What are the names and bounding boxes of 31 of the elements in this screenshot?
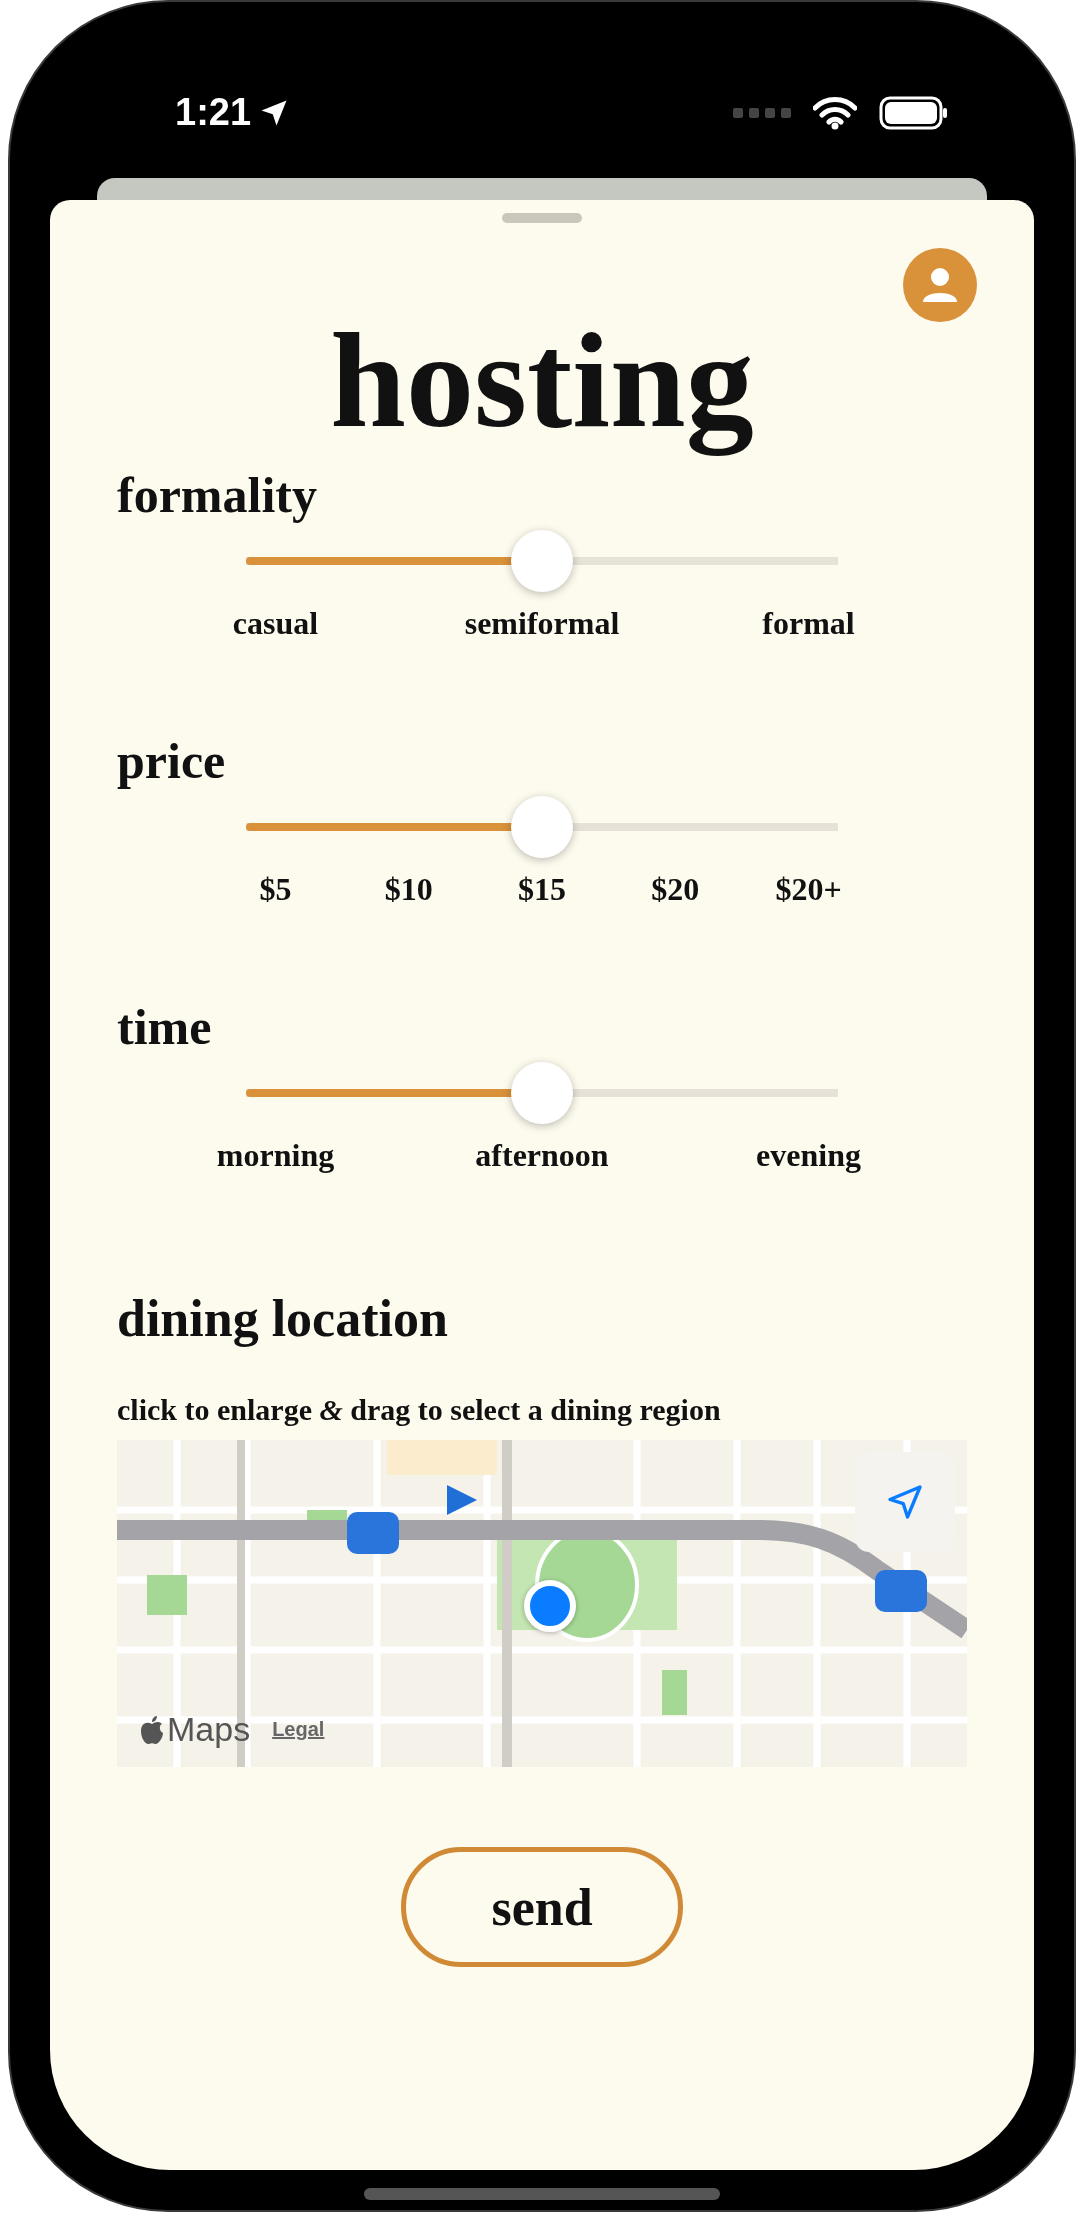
slider-tick-label: $5	[258, 870, 293, 908]
apple-icon	[139, 1714, 165, 1745]
location-arrow-icon	[885, 1482, 925, 1522]
slider-tick-label: $20+	[774, 870, 843, 908]
slider-thumb[interactable]	[511, 1062, 573, 1124]
locate-button[interactable]	[855, 1452, 955, 1552]
legal-link[interactable]: Legal	[272, 1718, 325, 1741]
slider-tick-label: $15	[517, 870, 567, 908]
slider-tick-label: evening	[755, 1136, 862, 1174]
send-button[interactable]: send	[401, 1847, 683, 1967]
slider-label: price	[117, 732, 227, 791]
slider-label: time	[117, 998, 213, 1057]
status-time: 1:21	[175, 91, 252, 134]
slider-tick-label: morning	[215, 1136, 336, 1174]
slider-thumb[interactable]	[511, 530, 573, 592]
slider-thumb[interactable]	[511, 796, 573, 858]
wifi-icon	[813, 95, 857, 130]
section-heading: dining location	[117, 1289, 449, 1349]
sheet-grabber[interactable]	[502, 213, 582, 223]
slider-tick-label: formal	[761, 604, 856, 642]
page-title: hosting	[330, 304, 754, 458]
slider-label: formality	[117, 466, 318, 525]
slider-tick-label: afternoon	[474, 1136, 610, 1174]
battery-icon	[879, 95, 949, 130]
signal-icon	[733, 106, 791, 119]
slider-tick-label: $20	[650, 870, 701, 908]
map-hint: click to enlarge & drag to select a dining region	[117, 1392, 722, 1428]
slider-tick-label: casual	[231, 604, 320, 642]
map-attribution: Maps	[167, 1710, 251, 1749]
slider-tick-label: $10	[383, 870, 434, 908]
slider-tick-label: semiformal	[463, 604, 621, 642]
